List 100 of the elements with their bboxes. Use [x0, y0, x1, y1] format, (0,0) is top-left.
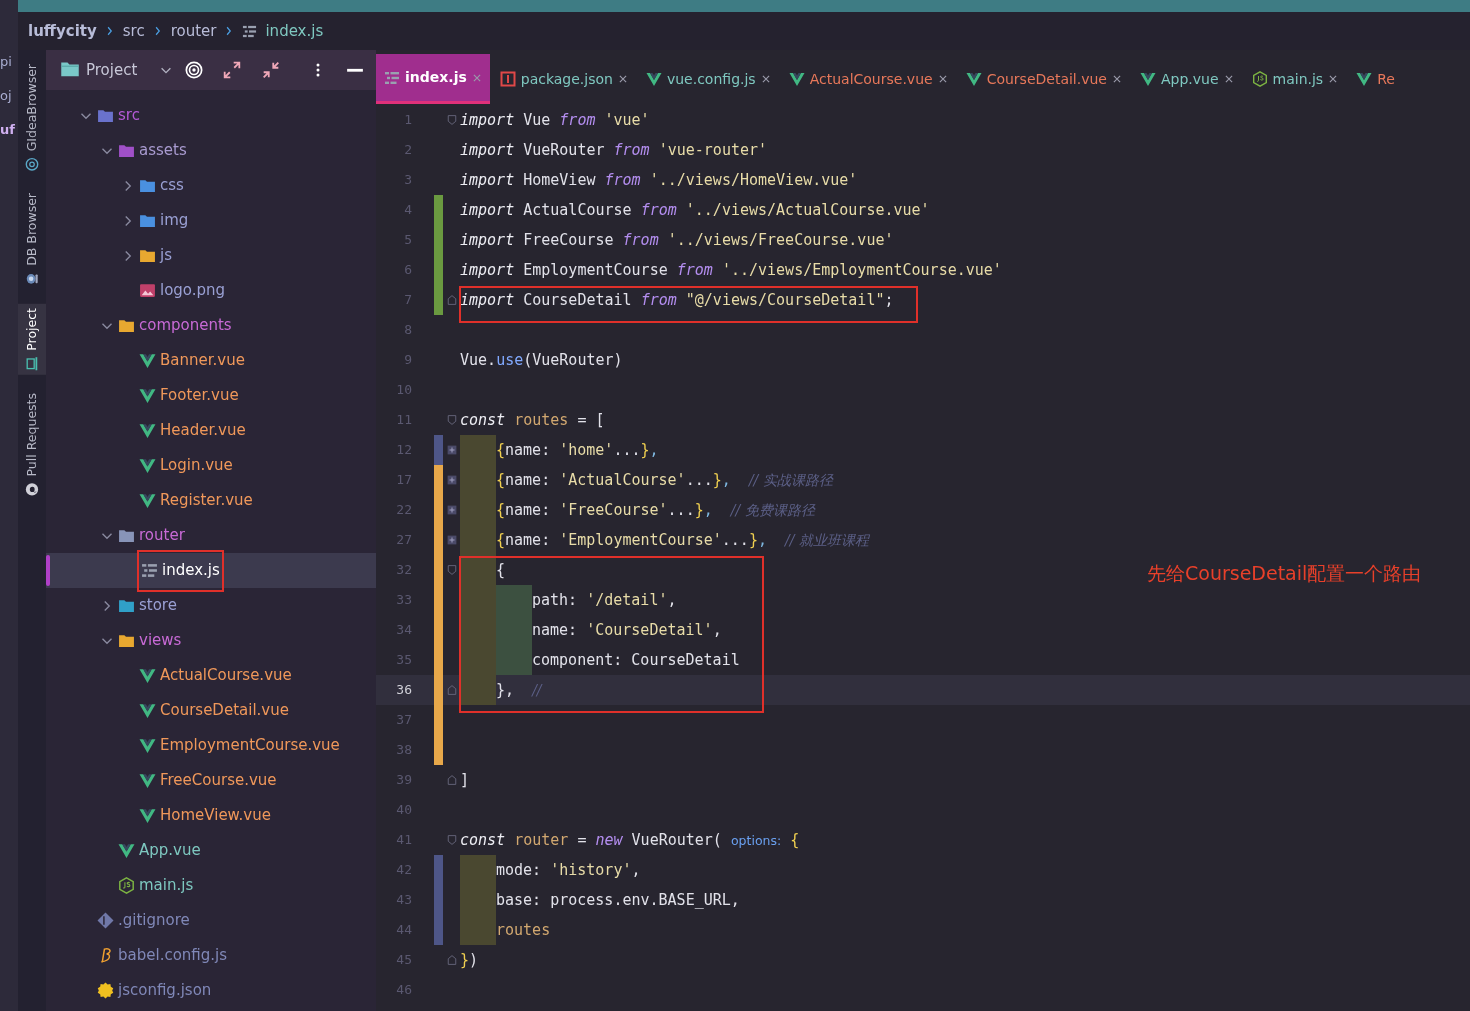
- tool-window-tab[interactable]: Project: [18, 304, 46, 375]
- breadcrumb-item[interactable]: src: [122, 19, 145, 43]
- tree-row[interactable]: logo.png: [46, 273, 376, 308]
- tree-row[interactable]: App.vue: [46, 833, 376, 868]
- fold-icon[interactable]: [446, 114, 457, 126]
- tool-window-tab[interactable]: Pull Requests: [18, 388, 46, 501]
- close-icon[interactable]: [617, 74, 628, 84]
- code-line: base: process.env.BASE_URL,: [496, 889, 740, 911]
- fold-icon[interactable]: [446, 414, 457, 426]
- vue-icon: [139, 352, 156, 369]
- tree-row[interactable]: HomeView.vue: [46, 798, 376, 833]
- tree-row[interactable]: ActualCourse.vue: [46, 658, 376, 693]
- close-icon[interactable]: [1328, 74, 1339, 84]
- expand-icon[interactable]: [223, 61, 242, 79]
- breadcrumb-item[interactable]: router: [170, 19, 217, 43]
- tree-row[interactable]: components: [46, 308, 376, 343]
- tool-window-tab[interactable]: DB Browser: [18, 189, 46, 291]
- breadcrumb-item[interactable]: index.js: [265, 19, 324, 43]
- vue-icon: [139, 772, 156, 789]
- file-name: Header.vue: [160, 420, 246, 442]
- code-line: Vue.use(VueRouter): [460, 349, 623, 371]
- file-name: store: [139, 595, 177, 617]
- line-number: 12: [395, 441, 412, 460]
- tree-row[interactable]: .gitignore: [46, 903, 376, 938]
- fold-icon[interactable]: [446, 954, 457, 966]
- editor-tab[interactable]: App.vue: [1131, 54, 1242, 104]
- line-number: 46: [395, 981, 412, 1000]
- file-name: Footer.vue: [160, 385, 239, 407]
- tree-row[interactable]: js: [46, 238, 376, 273]
- fold-icon[interactable]: [446, 774, 457, 786]
- line-number: 5: [403, 231, 412, 250]
- expand-box-icon[interactable]: [446, 445, 457, 455]
- line-number: 41: [395, 831, 412, 850]
- expand-box-icon[interactable]: [446, 475, 457, 485]
- tree-row[interactable]: FreeCourse.vue: [46, 763, 376, 798]
- tree-row[interactable]: store: [46, 588, 376, 623]
- line-number: 38: [395, 741, 412, 760]
- close-icon[interactable]: [1223, 74, 1234, 84]
- file-name: jsconfig.json: [118, 980, 212, 1002]
- vue-icon: [139, 422, 156, 439]
- tree-row[interactable]: jsconfig.json: [46, 973, 376, 1008]
- tree-row[interactable]: img: [46, 203, 376, 238]
- vue-icon: [965, 71, 982, 87]
- tree-row[interactable]: Login.vue: [46, 448, 376, 483]
- collapse-icon[interactable]: [261, 61, 280, 79]
- breadcrumb-item[interactable]: luffycity: [28, 19, 97, 43]
- tree-row[interactable]: src: [46, 98, 376, 133]
- fold-icon[interactable]: [446, 834, 457, 846]
- file-name: index.js: [162, 560, 220, 582]
- editor-tab[interactable]: vue.config.js: [637, 54, 779, 104]
- code-line: const routes = [: [460, 409, 605, 431]
- tree-row[interactable]: Header.vue: [46, 413, 376, 448]
- line-number: 43: [395, 891, 412, 910]
- tree-row[interactable]: Banner.vue: [46, 343, 376, 378]
- tree-row[interactable]: main.js: [46, 868, 376, 903]
- file-name: logo.png: [160, 280, 226, 302]
- editor-tab[interactable]: package.json: [491, 54, 636, 104]
- line-number: 36: [395, 681, 412, 700]
- tree-row[interactable]: EmploymentCourse.vue: [46, 728, 376, 763]
- fold-icon[interactable]: [446, 294, 457, 306]
- line-number: 4: [403, 201, 412, 220]
- folder-icon: [97, 107, 114, 124]
- tree-row[interactable]: babel.config.js: [46, 938, 376, 973]
- tree-row[interactable]: router: [46, 518, 376, 553]
- tree-row[interactable]: Footer.vue: [46, 378, 376, 413]
- folder-icon: [118, 142, 135, 159]
- code-line: {: [496, 559, 506, 581]
- file-name: main.js: [139, 875, 194, 897]
- editor-tab[interactable]: index.js: [376, 54, 490, 104]
- vue-icon: [139, 667, 156, 684]
- tree-row[interactable]: css: [46, 168, 376, 203]
- close-icon[interactable]: [760, 74, 771, 84]
- editor-tab[interactable]: Re: [1348, 54, 1403, 104]
- fold-icon[interactable]: [446, 564, 457, 576]
- target-icon[interactable]: [185, 61, 204, 79]
- tree-row[interactable]: assets: [46, 133, 376, 168]
- code-line: import EmploymentCourse from '../views/EmploymentCourse.vue': [460, 259, 1002, 281]
- laptop-icon: [25, 356, 39, 371]
- file-name: babel.config.js: [118, 945, 228, 967]
- vue-icon: [139, 387, 156, 404]
- editor-tab[interactable]: CourseDetail.vue: [957, 54, 1130, 104]
- close-icon[interactable]: [1111, 74, 1122, 84]
- editor-tab[interactable]: ActualCourse.vue: [780, 54, 956, 104]
- tool-window-tab[interactable]: GIdeaBrowser: [18, 60, 46, 176]
- vue-icon: [139, 492, 156, 509]
- expand-box-icon[interactable]: [446, 505, 457, 515]
- gear-icon: [97, 982, 114, 999]
- line-number: 42: [395, 861, 412, 880]
- vue-icon: [1139, 71, 1156, 87]
- code-line: mode: 'history',: [496, 859, 641, 881]
- code-line: path: '/detail',: [532, 589, 677, 611]
- code-line: name: 'CourseDetail',: [532, 619, 722, 641]
- vue-icon: [1356, 71, 1373, 87]
- line-number: 32: [395, 561, 412, 580]
- expand-box-icon[interactable]: [446, 535, 457, 545]
- editor-tab[interactable]: main.js: [1243, 54, 1347, 104]
- tree-row[interactable]: Register.vue: [46, 483, 376, 518]
- close-icon[interactable]: [937, 74, 948, 84]
- tree-row[interactable]: CourseDetail.vue: [46, 693, 376, 728]
- tree-row[interactable]: views: [46, 623, 376, 658]
